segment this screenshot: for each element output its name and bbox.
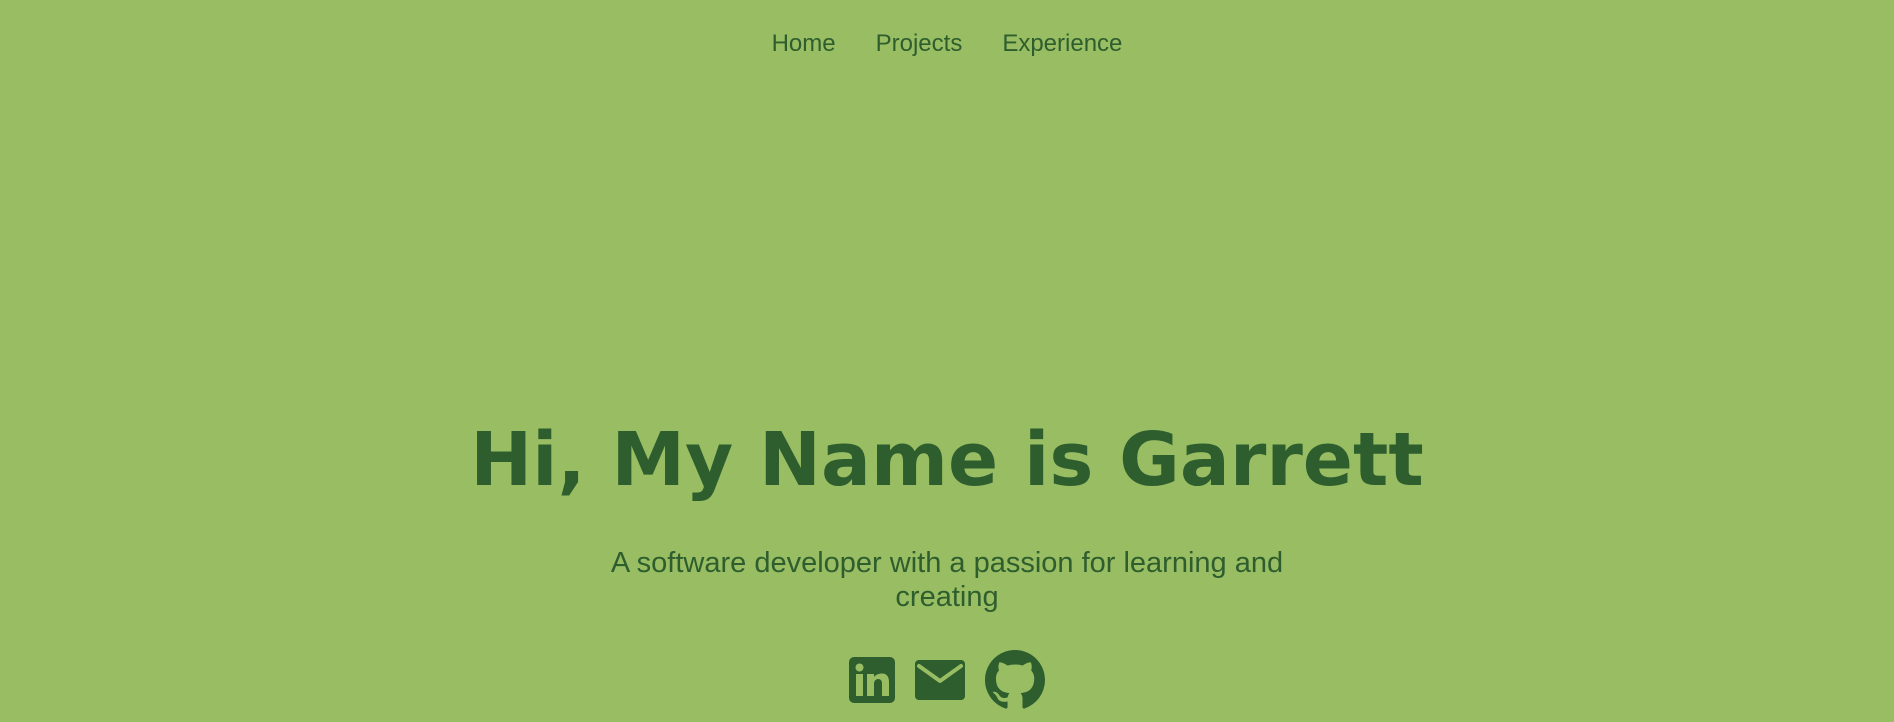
top-nav: Home Projects Experience xyxy=(0,28,1894,60)
social-links xyxy=(0,650,1894,715)
hero-title: Hi, My Name is Garrett xyxy=(470,417,1424,503)
hero-subtitle: A software developer with a passion for … xyxy=(610,547,1284,613)
linkedin-link[interactable] xyxy=(849,657,895,708)
email-link[interactable] xyxy=(915,659,965,706)
nav-experience-link[interactable]: Experience xyxy=(1002,28,1122,60)
mail-icon xyxy=(915,660,965,700)
nav-projects-link[interactable]: Projects xyxy=(876,28,963,60)
github-link[interactable] xyxy=(985,650,1045,715)
github-icon xyxy=(985,650,1045,709)
nav-home-link[interactable]: Home xyxy=(772,28,836,60)
linkedin-icon xyxy=(849,657,895,703)
